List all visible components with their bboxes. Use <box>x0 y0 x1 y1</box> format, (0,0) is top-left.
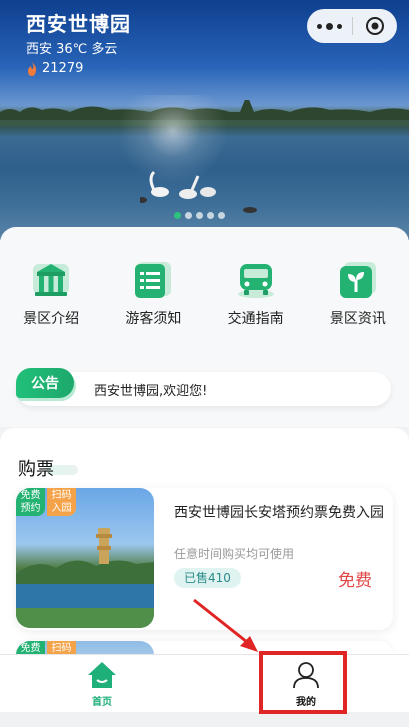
carousel-dot[interactable] <box>174 212 181 219</box>
ticket-name: 西安世博园长安塔预约票免费入园 <box>174 505 384 521</box>
page-title: 西安世博园 <box>26 12 131 36</box>
carousel-dot[interactable] <box>185 212 192 219</box>
ticket-subtitle: 任意时间购买均可使用 <box>174 547 295 561</box>
category-visitor-notice[interactable]: 游客须知 <box>102 260 204 328</box>
hero-banner[interactable]: 西安世博园 西安 36℃ 多云 21279 <box>0 0 409 240</box>
carousel-dot[interactable] <box>196 212 203 219</box>
carousel-indicator <box>174 212 225 219</box>
ticket-price: 免费 <box>338 571 372 591</box>
weather-text: 西安 36℃ 多云 <box>26 42 118 57</box>
category-grid: 景区介绍 游客须知 交通指南 景区资讯 <box>0 260 409 328</box>
ticket-image: 免费预约 扫码入园 <box>16 488 154 628</box>
dot-icon <box>337 23 342 29</box>
category-traffic-guide[interactable]: 交通指南 <box>205 260 307 328</box>
section-title: 购票 <box>18 459 54 480</box>
category-label: 景区介绍 <box>23 311 80 327</box>
notice-bar[interactable]: 公告 西安世博园,欢迎您! <box>16 368 391 406</box>
dot-icon <box>317 23 322 29</box>
visitor-notice-icon <box>135 262 172 298</box>
tab-home[interactable]: 首页 <box>42 655 162 713</box>
home-icon <box>88 662 116 688</box>
home-indicator-area <box>0 712 409 727</box>
app-page: 西安世博园 西安 36℃ 多云 21279 景区介绍 游客须知 交通指南 景区资… <box>0 0 409 727</box>
carousel-dot[interactable] <box>218 212 225 219</box>
close-miniprogram-button[interactable] <box>353 16 397 36</box>
more-menu-button[interactable] <box>307 22 352 30</box>
sold-count-badge: 已售410 <box>174 568 241 588</box>
scenic-intro-icon <box>33 264 70 296</box>
scenic-news-icon <box>339 262 376 298</box>
notice-text: 西安世博园,欢迎您! <box>94 384 208 399</box>
category-scenic-intro[interactable]: 景区介绍 <box>0 260 102 328</box>
annotation-highlight-box <box>259 651 347 714</box>
flame-icon <box>28 61 37 76</box>
notice-badge: 公告 <box>16 368 74 398</box>
traffic-guide-icon <box>237 264 274 298</box>
category-scenic-news[interactable]: 景区资讯 <box>307 260 409 328</box>
target-icon <box>366 17 384 35</box>
annotation-arrow <box>193 598 258 652</box>
category-label: 游客须知 <box>125 311 182 327</box>
category-label: 景区资讯 <box>329 311 386 327</box>
visit-count: 21279 <box>26 61 83 76</box>
visit-count-value: 21279 <box>42 61 84 76</box>
free-reservation-tag: 免费预约 <box>16 488 45 516</box>
carousel-dot[interactable] <box>207 212 214 219</box>
miniprogram-capsule <box>307 9 397 43</box>
category-label: 交通指南 <box>227 311 284 327</box>
tab-bar: 首页 我的 <box>0 654 409 712</box>
dot-icon <box>326 22 333 30</box>
scan-entry-tag: 扫码入园 <box>47 488 76 516</box>
tab-label: 首页 <box>92 697 112 708</box>
